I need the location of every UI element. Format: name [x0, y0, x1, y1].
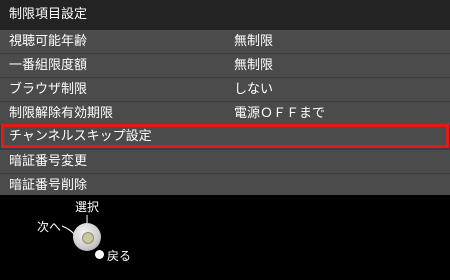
menu-item-browser-restriction[interactable]: ブラウザ制限 しない [0, 78, 450, 101]
menu-item-label: チャンネルスキップ設定 [9, 129, 152, 144]
menu-item-label: ブラウザ制限 [9, 82, 88, 97]
remote-guide-lines [61, 215, 88, 236]
menu-item-channel-skip[interactable]: チャンネルスキップ設定 [1, 124, 449, 148]
remote-dial-center-icon [82, 232, 94, 244]
title-bar: 制限項目設定 [0, 0, 450, 30]
menu-item-label: 暗証番号削除 [9, 178, 88, 193]
back-hint: 戻る [107, 249, 132, 263]
menu-item-value: 無制限 [234, 34, 274, 49]
menu-item-delete-pin[interactable]: 暗証番号削除 [0, 174, 450, 195]
menu-item-change-pin[interactable]: 暗証番号変更 [0, 150, 450, 173]
menu-item-viewing-age[interactable]: 視聴可能年齢 無制限 [0, 30, 450, 53]
menu-item-label: 一番組限度額 [9, 58, 88, 73]
menu-item-label: 制限解除有効期限 [9, 106, 114, 121]
menu-item-label: 視聴可能年齢 [9, 34, 88, 49]
menu-item-unlock-expiry[interactable]: 制限解除有効期限 電源ＯＦＦまで [0, 102, 450, 125]
menu-item-value: しない [234, 82, 274, 97]
settings-panel: 制限項目設定 視聴可能年齢 無制限 一番組限度額 無制限 ブラウザ制限 しない … [0, 0, 450, 195]
select-hint: 選択 [75, 200, 100, 214]
menu-item-program-limit[interactable]: 一番組限度額 無制限 [0, 54, 450, 77]
menu-item-value: 無制限 [234, 58, 274, 73]
menu-item-label: 暗証番号変更 [9, 154, 88, 169]
back-button-icon [95, 250, 104, 259]
page-title: 制限項目設定 [9, 7, 88, 22]
next-hint: 次へ [37, 220, 62, 234]
menu-item-value: 電源ＯＦＦまで [234, 106, 326, 121]
